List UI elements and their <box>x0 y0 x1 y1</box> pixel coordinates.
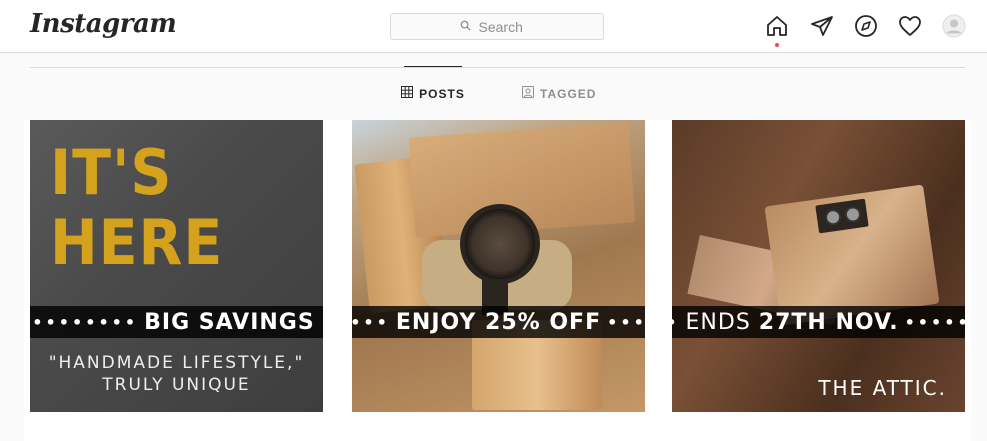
snap-button <box>824 208 843 227</box>
snap-button <box>843 205 862 224</box>
tab-posts[interactable]: POSTS <box>401 66 465 120</box>
post-tile[interactable]: • ENDS 27TH NOV. ••••• THE ATTIC. <box>672 120 965 412</box>
notification-dot <box>775 43 779 47</box>
tabs-divider <box>30 67 965 68</box>
search-input[interactable] <box>476 17 535 36</box>
activity-heart-icon[interactable] <box>898 14 922 38</box>
post-banner: • ENDS 27TH NOV. ••••• <box>672 306 965 338</box>
banner-dots: ••••• <box>904 312 965 332</box>
banner-dots: • <box>321 313 323 332</box>
tab-tagged[interactable]: TAGGED <box>522 67 596 120</box>
tab-posts-label: POSTS <box>419 86 465 101</box>
watch-face <box>460 204 540 284</box>
banner-dots: ••••••••• <box>30 312 139 332</box>
direct-messages-icon[interactable] <box>810 14 834 38</box>
banner-dots: ••• <box>607 312 645 332</box>
post-subtext-line1: "HANDMADE LIFESTYLE," <box>48 353 305 373</box>
search-icon <box>460 18 471 36</box>
post-banner-emphasis: 27TH NOV. <box>758 309 899 335</box>
top-nav: Instagram <box>0 0 987 53</box>
home-icon[interactable] <box>765 14 789 47</box>
post-banner-text: BIG SAVINGS <box>144 309 315 335</box>
post-tile[interactable]: IT'S HERE ••••••••• BIG SAVINGS • "HANDM… <box>30 120 323 412</box>
post-tile[interactable]: ••• ENJOY 25% OFF ••• <box>352 120 645 412</box>
search-box[interactable] <box>390 13 604 40</box>
post-banner-prefix: ENDS <box>685 309 751 335</box>
post-headline-line1: IT'S <box>50 136 173 209</box>
post-banner: ••••••••• BIG SAVINGS • <box>30 306 323 338</box>
banner-dots: • <box>672 313 680 332</box>
banner-dots: ••• <box>352 312 390 332</box>
post-subtext-line2: TRULY UNIQUE <box>102 375 251 395</box>
tagged-icon <box>522 86 534 101</box>
brand-watermark: THE ATTIC. <box>818 376 947 400</box>
instagram-logo[interactable]: Instagram <box>30 9 177 39</box>
tab-tagged-label: TAGGED <box>540 86 597 101</box>
profile-avatar[interactable] <box>942 14 966 38</box>
grid-icon <box>401 86 414 101</box>
explore-icon[interactable] <box>854 14 878 38</box>
post-headline-line2: HERE <box>50 206 224 279</box>
post-banner: ••• ENJOY 25% OFF ••• <box>352 306 645 338</box>
post-banner-text: ENJOY 25% OFF <box>395 309 602 335</box>
